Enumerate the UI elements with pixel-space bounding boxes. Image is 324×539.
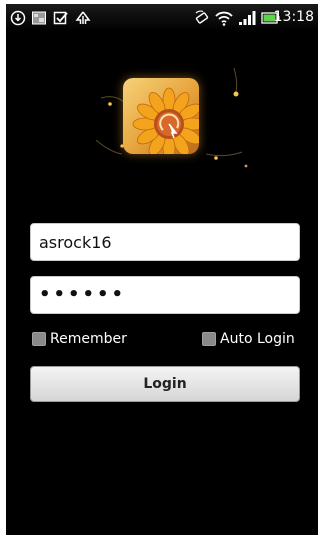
checkbox-icon <box>53 10 69 26</box>
status-time: 13:18 <box>273 9 314 25</box>
image-icon <box>31 10 47 26</box>
auto-login-checkbox-box[interactable] <box>202 332 216 346</box>
upload-icon <box>75 10 91 26</box>
wifi-icon <box>214 10 234 26</box>
password-input[interactable]: •••••• <box>30 276 300 314</box>
app-logo <box>123 78 199 154</box>
app-screen: 13:18 asrock16 •••••• Remember Auto Logi… <box>6 4 318 535</box>
remember-checkbox[interactable]: Remember <box>32 330 127 348</box>
download-icon <box>10 10 26 26</box>
username-input[interactable] <box>30 223 300 261</box>
status-bar: 13:18 <box>6 4 318 32</box>
app-logo-area <box>66 58 266 188</box>
rotate-icon <box>194 10 210 26</box>
remember-checkbox-box[interactable] <box>32 332 46 346</box>
login-button[interactable]: Login <box>30 366 300 402</box>
auto-login-checkbox[interactable]: Auto Login <box>202 330 295 348</box>
sunflower-icon <box>132 87 199 154</box>
signal-icon <box>238 10 258 26</box>
auto-login-label: Auto Login <box>220 331 295 347</box>
remember-label: Remember <box>50 331 127 347</box>
